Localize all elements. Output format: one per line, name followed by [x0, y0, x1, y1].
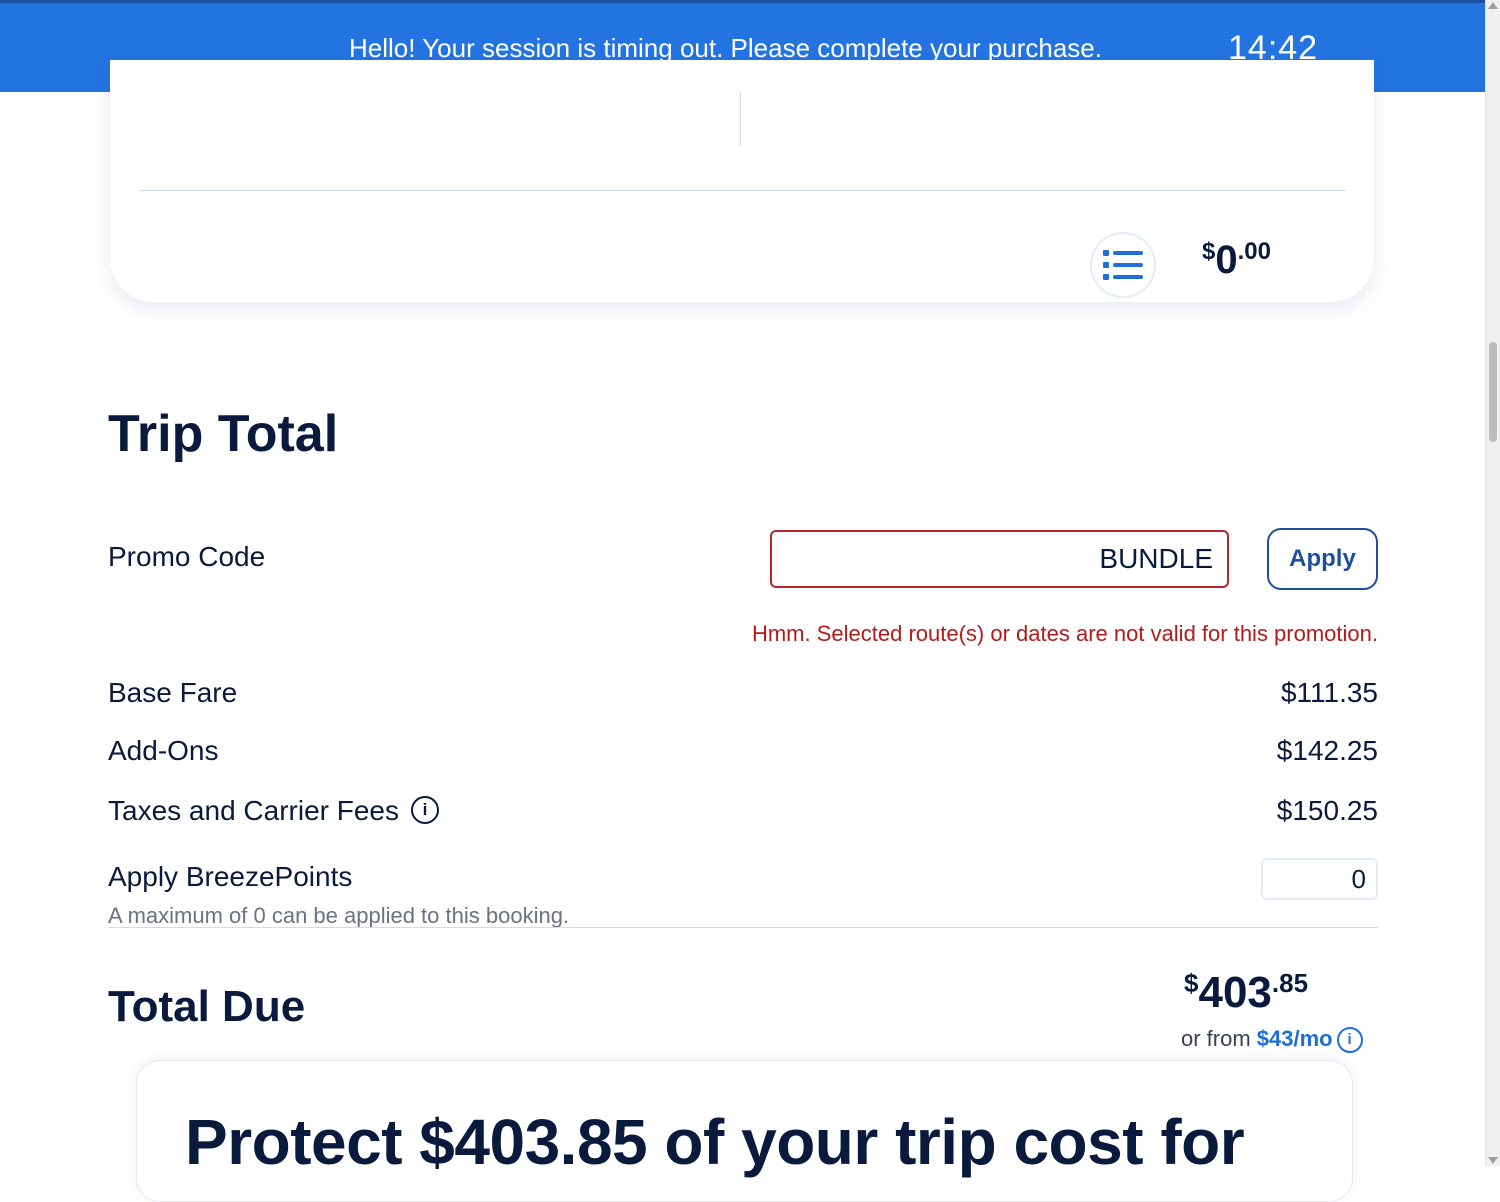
- promo-error-message: Hmm. Selected route(s) or dates are not …: [751, 621, 1378, 646]
- monthly-payment-link[interactable]: $43/mo: [1257, 1026, 1333, 1051]
- scrollbar-thumb[interactable]: [1489, 342, 1497, 442]
- base-fare-value: $111.35: [1280, 677, 1378, 708]
- itinerary-list-button[interactable]: [1090, 232, 1156, 298]
- taxes-info-icon[interactable]: i: [411, 795, 440, 824]
- add-ons-label: Add-Ons: [108, 735, 219, 766]
- total-price-cents: .85: [1271, 968, 1309, 998]
- scroll-up-arrow-icon[interactable]: [1488, 2, 1498, 9]
- page-scrollbar[interactable]: [1485, 0, 1500, 1166]
- card-price-symbol: $: [1202, 238, 1216, 265]
- monthly-prefix: or from: [1181, 1026, 1257, 1051]
- total-price-symbol: $: [1184, 968, 1199, 998]
- taxes-fees-row-label: Taxes and Carrier Fees i: [108, 795, 440, 827]
- list-icon: [1103, 250, 1143, 280]
- monthly-financing: or from $43/mo i: [1181, 1026, 1363, 1054]
- financing-info-icon[interactable]: i: [1336, 1027, 1363, 1054]
- breezepoints-label: Apply BreezePoints: [108, 861, 353, 892]
- total-price-whole: 403: [1198, 968, 1272, 1017]
- promo-code-input[interactable]: [770, 530, 1229, 588]
- apply-promo-button[interactable]: Apply: [1267, 528, 1378, 590]
- taxes-fees-label: Taxes and Carrier Fees: [108, 795, 400, 826]
- scroll-down-arrow-icon[interactable]: [1488, 1157, 1498, 1164]
- trip-protection-card: Protect $403.85 of your trip cost for: [136, 1060, 1353, 1202]
- section-divider: [108, 927, 1378, 928]
- add-ons-value: $142.25: [1276, 735, 1378, 766]
- base-fare-label: Base Fare: [108, 677, 238, 708]
- card-price-whole: 0: [1215, 238, 1238, 282]
- card-price-cents: .00: [1237, 238, 1271, 265]
- taxes-fees-value: $150.25: [1276, 795, 1378, 826]
- breezepoints-input[interactable]: [1261, 858, 1378, 900]
- card-divider: [140, 190, 1346, 191]
- breezepoints-note: A maximum of 0 can be applied to this bo…: [108, 903, 570, 928]
- card-price: $0.00: [1202, 238, 1271, 283]
- flight-summary-card: $0.00: [110, 60, 1374, 302]
- total-due-heading: Total Due: [108, 982, 306, 1031]
- promo-code-label: Promo Code: [108, 541, 266, 572]
- trip-protection-heading: Protect $403.85 of your trip cost for: [185, 1106, 1245, 1178]
- card-column-divider: [740, 92, 741, 146]
- trip-total-heading: Trip Total: [108, 405, 339, 463]
- total-due-price: $403.85: [1184, 968, 1308, 1018]
